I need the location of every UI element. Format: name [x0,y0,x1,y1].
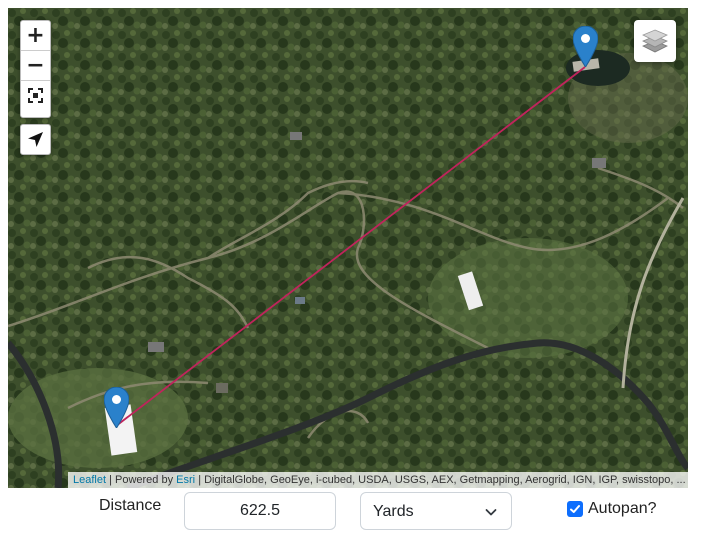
locate-button[interactable] [20,124,51,155]
zoom-in-button[interactable]: + [21,21,50,51]
map-marker-icon[interactable] [573,26,598,67]
distance-label: Distance [99,497,162,514]
zoom-control: + − [20,20,51,118]
fit-bounds-button[interactable] [21,88,50,117]
leaflet-link[interactable]: Leaflet [73,474,106,486]
zoom-in-icon: + [26,23,45,48]
autopan-checkbox[interactable] [567,501,583,517]
autopan-toggle[interactable]: Autopan? [567,500,657,518]
map-attribution: Leaflet | Powered by Esri | DigitalGlobe… [68,472,688,488]
autopan-label: Autopan? [588,500,657,517]
layers-icon [642,29,668,53]
map-view[interactable]: + − Leaflet | Powered by Esri | DigitalG… [8,8,688,488]
powered-by-text: | Powered by [109,474,174,486]
zoom-out-button[interactable]: − [21,51,50,81]
locate-arrow-icon [28,132,43,147]
map-marker-icon[interactable] [104,387,129,428]
esri-link[interactable]: Esri [176,474,195,486]
unit-select[interactable]: Yards [360,492,512,530]
attribution-sources: | DigitalGlobe, GeoEye, i-cubed, USDA, U… [198,474,686,486]
unit-selected-value: Yards [373,503,414,520]
fit-bounds-icon [28,88,43,103]
checkmark-icon [570,505,580,513]
layers-button[interactable] [634,20,676,62]
zoom-out-icon: − [26,53,45,78]
distance-input[interactable] [184,492,336,530]
chevron-down-icon [485,509,497,516]
